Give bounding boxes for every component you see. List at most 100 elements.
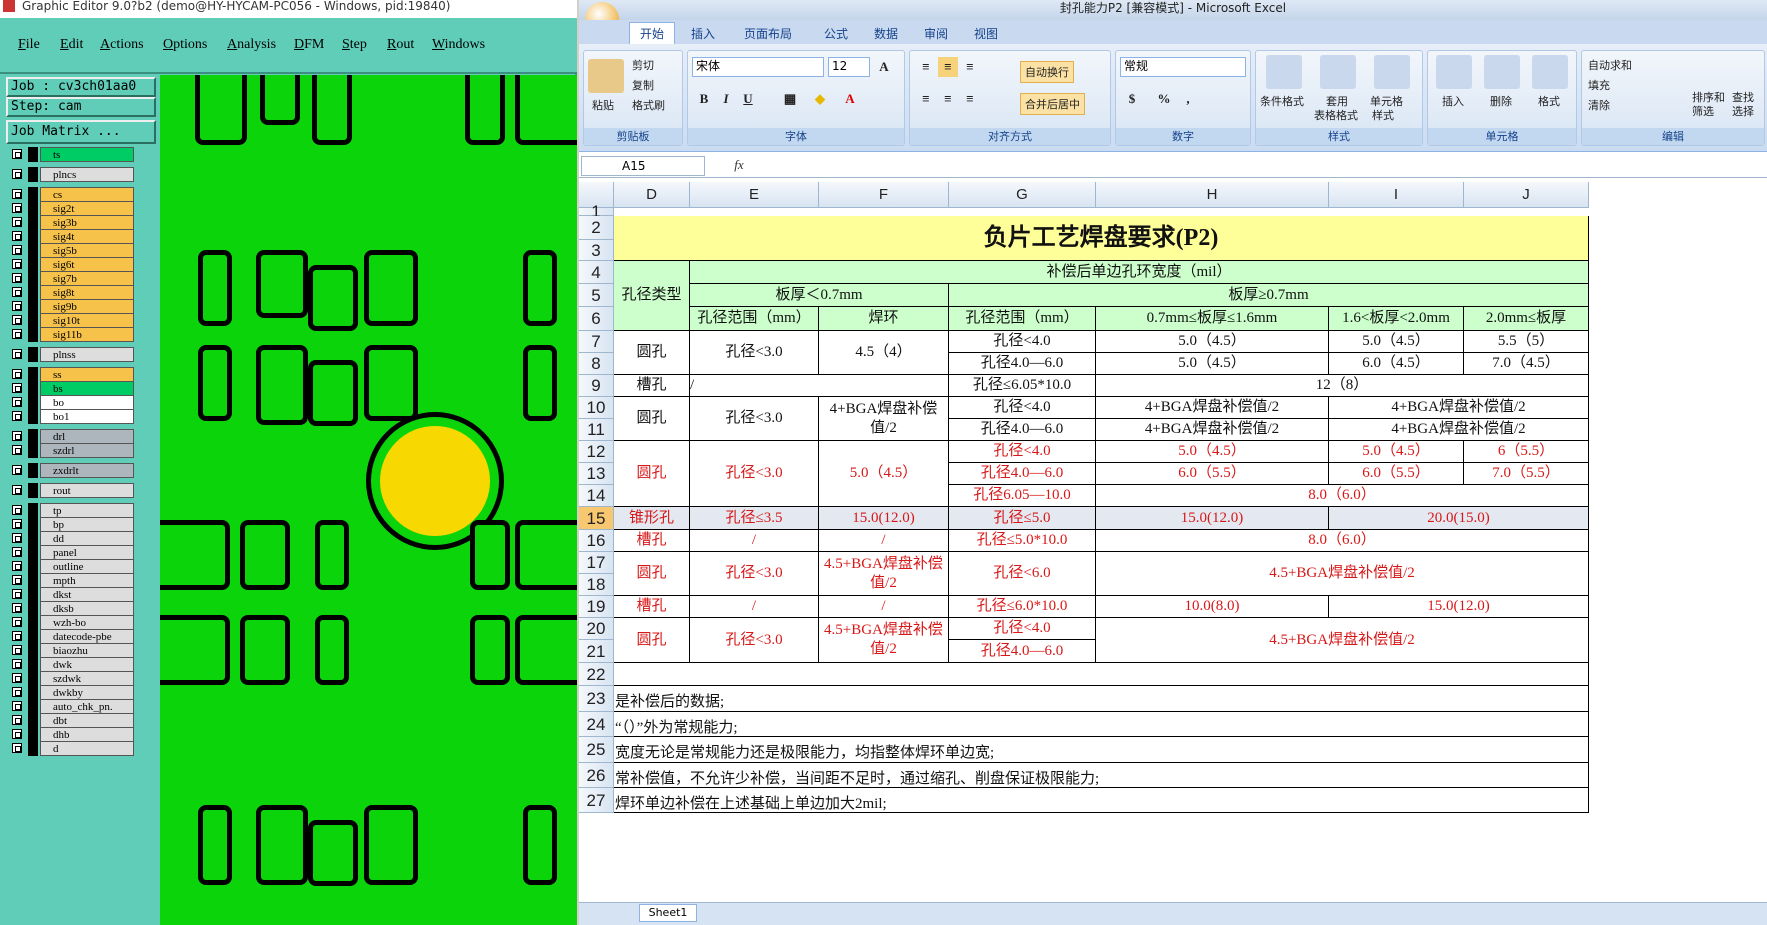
cell[interactable]: 孔径<4.0 xyxy=(949,441,1096,463)
table-format-button-2[interactable]: 表格格式 xyxy=(1314,107,1358,123)
row-header-5[interactable]: 5 xyxy=(579,284,614,307)
layer-checkbox[interactable] xyxy=(12,397,22,407)
layer-checkbox[interactable] xyxy=(12,603,22,613)
cell[interactable]: 7.0（5.5） xyxy=(1464,463,1589,485)
cell[interactable]: 槽孔 xyxy=(614,375,690,397)
layer-name[interactable]: sig9b xyxy=(40,299,134,314)
layer-row[interactable]: sig3b xyxy=(8,215,134,230)
cell[interactable]: 孔径6.05—10.0 xyxy=(949,485,1096,507)
layer-checkbox[interactable] xyxy=(12,431,22,441)
layer-row[interactable]: sig2t xyxy=(8,201,134,216)
layer-name[interactable]: outline xyxy=(40,559,134,574)
paste-icon[interactable] xyxy=(588,59,624,93)
layer-row[interactable]: dkst xyxy=(8,587,134,602)
clear-button[interactable]: 清除 xyxy=(1588,97,1610,113)
cell[interactable]: 7.0（4.5） xyxy=(1464,353,1589,375)
cell[interactable]: 孔径<3.0 xyxy=(690,331,819,375)
layer-name[interactable]: dwkby xyxy=(40,685,134,700)
layer-checkbox[interactable] xyxy=(12,673,22,683)
cell[interactable]: 圆孔 xyxy=(614,552,690,596)
cell[interactable]: 8.0（6.0） xyxy=(1096,530,1589,552)
cell[interactable]: 10.0(8.0) xyxy=(1096,596,1329,618)
table-format-icon[interactable] xyxy=(1320,55,1356,89)
row-header-9[interactable]: 9 xyxy=(579,375,614,397)
row-header-1[interactable]: 1 xyxy=(579,203,614,220)
row-header-14[interactable]: 14 xyxy=(579,485,614,507)
layer-row[interactable]: sig4t xyxy=(8,229,134,244)
align-top-icon[interactable]: ≡ xyxy=(916,57,936,77)
percent-icon[interactable]: % xyxy=(1154,89,1174,109)
pcb-canvas[interactable] xyxy=(160,75,577,925)
layer-checkbox[interactable] xyxy=(12,259,22,269)
row-header-4[interactable]: 4 xyxy=(579,261,614,284)
layer-row[interactable]: bp xyxy=(8,517,134,532)
layer-row[interactable]: biaozhu xyxy=(8,643,134,658)
layer-name[interactable]: zxdrlt xyxy=(40,463,134,478)
row-header-21[interactable]: 21 xyxy=(579,640,614,663)
header-thick-board[interactable]: 板厚≥0.7mm xyxy=(949,284,1589,307)
layer-name[interactable]: bo xyxy=(40,395,134,410)
layer-row[interactable]: plnss xyxy=(8,347,134,362)
cell[interactable]: 5.0（4.5） xyxy=(1096,441,1329,463)
layer-checkbox[interactable] xyxy=(12,533,22,543)
layer-checkbox[interactable] xyxy=(12,169,22,179)
cell[interactable]: 4.5+BGA焊盘补偿值/2 xyxy=(819,552,949,596)
align-right-icon[interactable]: ≡ xyxy=(960,89,980,109)
wrap-text-button[interactable]: 自动换行 xyxy=(1020,61,1074,83)
insert-cells-icon[interactable] xyxy=(1436,55,1472,89)
row-header-13[interactable]: 13 xyxy=(579,463,614,485)
layer-row[interactable]: szdrl xyxy=(8,443,134,458)
layer-name[interactable]: sig8t xyxy=(40,285,134,300)
layer-name[interactable]: sig4t xyxy=(40,229,134,244)
row-header-3[interactable]: 3 xyxy=(579,240,614,261)
layer-name[interactable]: dkst xyxy=(40,587,134,602)
fill-color-icon[interactable]: ◆ xyxy=(810,89,830,109)
cut-button[interactable]: 剪切 xyxy=(632,57,654,73)
layer-checkbox[interactable] xyxy=(12,383,22,393)
layer-name[interactable]: auto_chk_pn. xyxy=(40,699,134,714)
cell[interactable]: 槽孔 xyxy=(614,530,690,552)
currency-icon[interactable]: $ xyxy=(1122,89,1142,109)
grow-font-icon[interactable]: A xyxy=(874,57,894,77)
tab-page-layout[interactable]: 页面布局 xyxy=(744,25,792,42)
cell[interactable]: / xyxy=(819,530,949,552)
layer-row[interactable]: mpth xyxy=(8,573,134,588)
column-header-i[interactable]: I xyxy=(1329,182,1464,208)
header-col-2[interactable]: 1.6<板厚<2.0mm xyxy=(1329,307,1464,331)
layer-row[interactable]: bs xyxy=(8,381,134,396)
header-ring-width[interactable]: 补偿后单边孔环宽度（mil） xyxy=(690,261,1589,284)
layer-row[interactable]: plncs xyxy=(8,167,134,182)
layer-checkbox[interactable] xyxy=(12,273,22,283)
cell[interactable]: / xyxy=(690,530,819,552)
row-header-22[interactable]: 22 xyxy=(579,663,614,686)
underline-icon[interactable]: U xyxy=(738,89,758,109)
row-header-10[interactable]: 10 xyxy=(579,397,614,419)
cell[interactable]: 4+BGA焊盘补偿值/2 xyxy=(1096,419,1329,441)
cell[interactable]: 12（8） xyxy=(1096,375,1589,397)
layer-checkbox[interactable] xyxy=(12,329,22,339)
cell[interactable]: 孔径≤5.0*10.0 xyxy=(949,530,1096,552)
layer-checkbox[interactable] xyxy=(12,231,22,241)
format-cells-button[interactable]: 格式 xyxy=(1538,93,1560,109)
row-header-12[interactable]: 12 xyxy=(579,441,614,463)
cell[interactable]: 孔径4.0—6.0 xyxy=(949,463,1096,485)
cell[interactable]: 孔径<3.0 xyxy=(690,618,819,663)
sort-filter-button-2[interactable]: 筛选 xyxy=(1692,103,1714,119)
row-header-19[interactable]: 19 xyxy=(579,596,614,618)
header-hole-type[interactable]: 孔径类型 xyxy=(614,261,690,331)
job-matrix-button[interactable]: Job Matrix ... xyxy=(6,120,156,144)
cell[interactable]: 15.0(12.0) xyxy=(819,507,949,530)
header-range-thick[interactable]: 孔径范围（mm） xyxy=(949,307,1096,331)
cell[interactable]: 孔径≤6.05*10.0 xyxy=(949,375,1096,397)
layer-name[interactable]: sig3b xyxy=(40,215,134,230)
layer-row[interactable]: outline xyxy=(8,559,134,574)
cell[interactable]: 8.0（6.0） xyxy=(1096,485,1589,507)
note-row[interactable] xyxy=(614,686,1589,712)
layer-row[interactable]: auto_chk_pn. xyxy=(8,699,134,714)
layer-row[interactable]: tp xyxy=(8,503,134,518)
layer-name[interactable]: szdwk xyxy=(40,671,134,686)
layer-checkbox[interactable] xyxy=(12,715,22,725)
layer-row[interactable]: cs xyxy=(8,187,134,202)
cell[interactable]: 孔径≤3.5 xyxy=(690,507,819,530)
row-header-8[interactable]: 8 xyxy=(579,353,614,375)
